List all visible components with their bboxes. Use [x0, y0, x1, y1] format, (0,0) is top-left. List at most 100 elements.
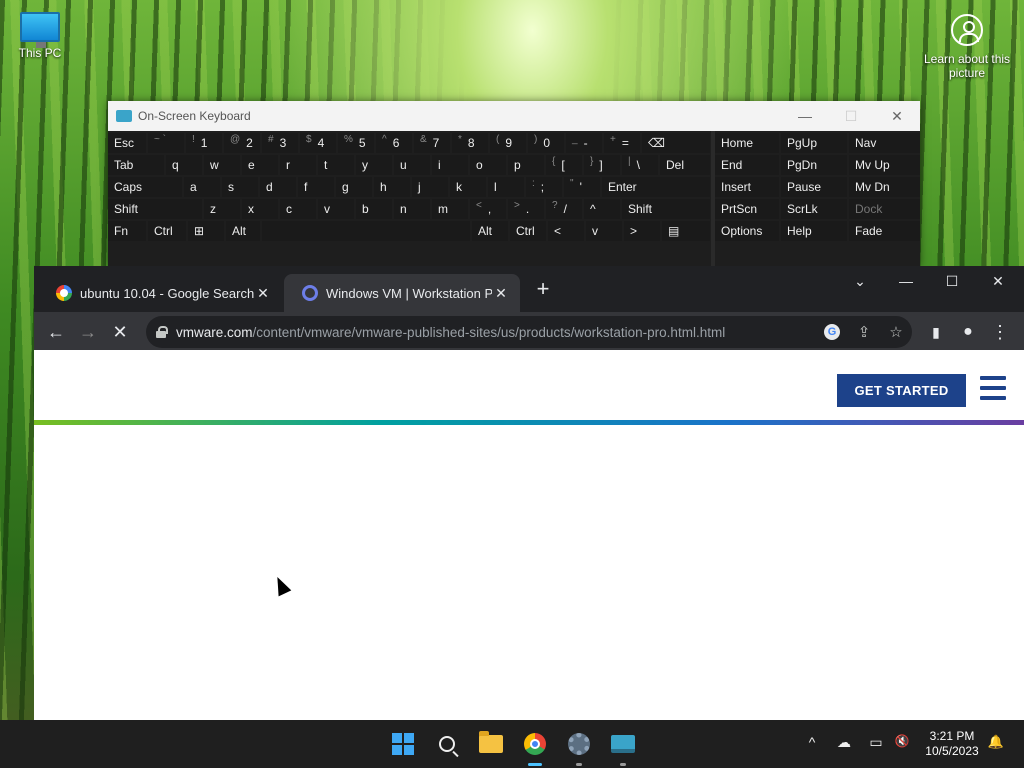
key-9[interactable]: (9 — [490, 133, 526, 153]
key-del[interactable]: Del — [660, 155, 710, 175]
key-g[interactable]: g — [336, 177, 372, 197]
key-shift-left[interactable]: Shift — [108, 199, 202, 219]
file-explorer-button[interactable] — [475, 728, 507, 760]
osk-minimize-button[interactable]: — — [782, 108, 828, 124]
key-esc[interactable]: Esc — [108, 133, 146, 153]
key-nav[interactable]: Nav — [849, 133, 920, 153]
notifications-bell-icon[interactable]: 🔔 — [986, 734, 1006, 750]
key-backspace[interactable]: ⌫ — [642, 133, 710, 153]
key-c[interactable]: c — [280, 199, 316, 219]
key-fade[interactable]: Fade — [849, 221, 920, 241]
osk-close-button[interactable]: ✕ — [874, 108, 920, 125]
key-ctrl-right[interactable]: Ctrl — [510, 221, 546, 241]
key-right-bracket[interactable]: }] — [584, 155, 620, 175]
back-button[interactable]: ← — [44, 320, 68, 344]
key-d[interactable]: d — [260, 177, 296, 197]
key-insert[interactable]: Insert — [715, 177, 779, 197]
key-3[interactable]: #3 — [262, 133, 298, 153]
key-8[interactable]: * 8 — [452, 133, 488, 153]
key-p[interactable]: p — [508, 155, 544, 175]
minimize-button[interactable]: — — [883, 266, 929, 296]
key-u[interactable]: u — [394, 155, 430, 175]
volume-muted-icon[interactable]: 🔇 — [892, 734, 912, 748]
key-l[interactable]: l — [488, 177, 524, 197]
key-5[interactable]: % 5 — [338, 133, 374, 153]
key-enter[interactable]: Enter — [602, 177, 710, 197]
this-pc-desktop-icon[interactable]: This PC — [10, 10, 70, 60]
osk-taskbar-button[interactable] — [607, 728, 639, 766]
network-icon[interactable]: ▭ — [866, 734, 886, 751]
search-button[interactable] — [431, 728, 463, 760]
key-7[interactable]: & 7 — [414, 133, 450, 153]
tab-search-dropdown-icon[interactable]: ⌄ — [837, 266, 883, 296]
key-alt-right[interactable]: Alt — [472, 221, 508, 241]
stop-loading-button[interactable]: ✕ — [108, 320, 132, 344]
key-y[interactable]: y — [356, 155, 392, 175]
key-arrow-left[interactable]: < — [548, 221, 584, 241]
key-i[interactable]: i — [432, 155, 468, 175]
key-2[interactable]: @2 — [224, 133, 260, 153]
key-caps[interactable]: Caps — [108, 177, 182, 197]
key-e[interactable]: e — [242, 155, 278, 175]
key-period[interactable]: >. — [508, 199, 544, 219]
maximize-button[interactable]: ☐ — [929, 266, 975, 296]
key-r[interactable]: r — [280, 155, 316, 175]
learn-about-picture-icon[interactable]: Learn about this picture — [922, 12, 1012, 80]
key-pgdn[interactable]: PgDn — [781, 155, 847, 175]
key-alt-left[interactable]: Alt — [226, 221, 260, 241]
key-a[interactable]: a — [184, 177, 220, 197]
key-dock[interactable]: Dock — [849, 199, 920, 219]
key-x[interactable]: x — [242, 199, 278, 219]
bookmark-star-icon[interactable]: ☆ — [886, 322, 906, 342]
tab-close-icon[interactable]: ✕ — [254, 285, 272, 302]
key-quote[interactable]: " ' — [564, 177, 600, 197]
key-arrow-down[interactable]: v — [586, 221, 622, 241]
key-f[interactable]: f — [298, 177, 334, 197]
settings-taskbar-button[interactable] — [563, 728, 595, 766]
tab-vmware[interactable]: Windows VM | Workstation Pro | ✕ — [284, 274, 520, 312]
key-scrlk[interactable]: ScrLk — [781, 199, 847, 219]
key-shift-right[interactable]: Shift — [622, 199, 710, 219]
key-backtick[interactable]: ~ ` — [148, 133, 184, 153]
key-semicolon[interactable]: :; — [526, 177, 562, 197]
key-j[interactable]: j — [412, 177, 448, 197]
share-icon[interactable]: ⇪ — [854, 322, 874, 342]
key-s[interactable]: s — [222, 177, 258, 197]
chrome-menu-icon[interactable]: ⋮ — [988, 320, 1012, 344]
key-t[interactable]: t — [318, 155, 354, 175]
hamburger-menu-icon[interactable] — [980, 376, 1006, 400]
key-prtscn[interactable]: PrtScn — [715, 199, 779, 219]
start-button[interactable] — [387, 728, 419, 760]
key-backslash[interactable]: | \ — [622, 155, 658, 175]
key-space[interactable] — [262, 221, 470, 241]
key-fn[interactable]: Fn — [108, 221, 146, 241]
close-window-button[interactable]: ✕ — [975, 266, 1021, 296]
profile-icon[interactable]: ● — [956, 320, 980, 344]
forward-button[interactable]: → — [76, 320, 100, 344]
key-0[interactable]: ) 0 — [528, 133, 564, 153]
key-slash[interactable]: ? / — [546, 199, 582, 219]
tab-close-icon[interactable]: ✕ — [492, 285, 510, 302]
key-comma[interactable]: <, — [470, 199, 506, 219]
key-z[interactable]: z — [204, 199, 240, 219]
key-6[interactable]: ^ 6 — [376, 133, 412, 153]
key-windows[interactable]: ⊞ — [188, 221, 224, 241]
key-o[interactable]: o — [470, 155, 506, 175]
key-pgup[interactable]: PgUp — [781, 133, 847, 153]
get-started-button[interactable]: GET STARTED — [837, 374, 966, 407]
key-arrow-right[interactable]: > — [624, 221, 660, 241]
lock-icon[interactable] — [156, 326, 168, 338]
key-4[interactable]: $4 — [300, 133, 336, 153]
key-left-bracket[interactable]: {[ — [546, 155, 582, 175]
address-bar[interactable]: vmware.com/content/vmware/vmware-publish… — [146, 316, 912, 348]
google-lens-icon[interactable]: G — [822, 322, 842, 342]
chrome-taskbar-button[interactable] — [519, 728, 551, 766]
key-h[interactable]: h — [374, 177, 410, 197]
key-m[interactable]: m — [432, 199, 468, 219]
key-k[interactable]: k — [450, 177, 486, 197]
key-v[interactable]: v — [318, 199, 354, 219]
key-1[interactable]: ! 1 — [186, 133, 222, 153]
key-n[interactable]: n — [394, 199, 430, 219]
key-ctrl-left[interactable]: Ctrl — [148, 221, 186, 241]
key-help[interactable]: Help — [781, 221, 847, 241]
